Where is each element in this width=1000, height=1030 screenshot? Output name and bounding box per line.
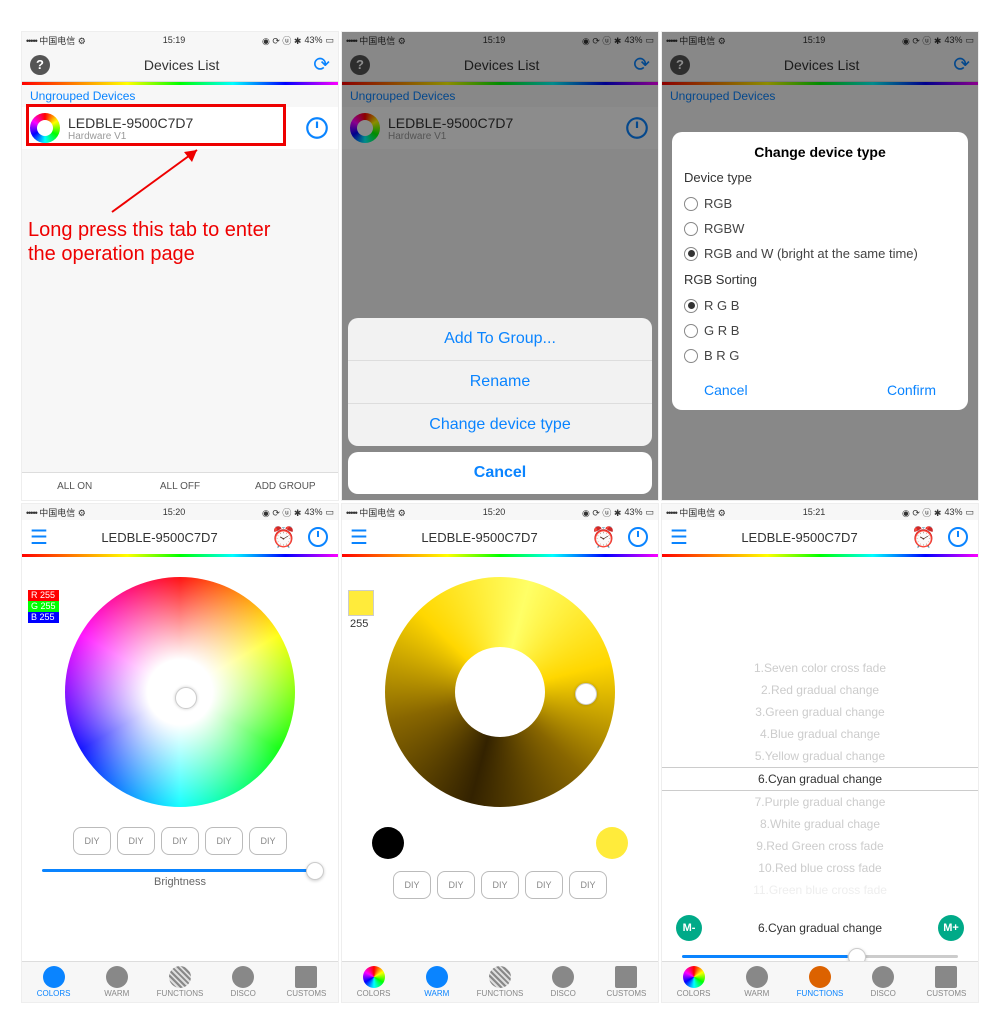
tab-colors[interactable]: COLORS (22, 962, 85, 1002)
radio-sort-rgb[interactable]: R G B (684, 293, 956, 318)
diy-button[interactable]: DIY (161, 827, 199, 855)
device-icon (30, 113, 60, 143)
tab-functions[interactable]: FUNCTIONS (788, 962, 851, 1002)
diy-button[interactable]: DIY (249, 827, 287, 855)
screen-colors: ••••• 中国电信 ⚙15:20◉ ⟳ ⓤ ✱ 43% ▭ ☰ LEDBLE-… (21, 503, 339, 1003)
dialog-confirm-button[interactable]: Confirm (887, 382, 936, 398)
bottom-bar: ALL ON ALL OFF ADD GROUP (22, 472, 338, 500)
swatch-yellow[interactable] (596, 827, 628, 859)
diy-button[interactable]: DIY (205, 827, 243, 855)
color-wheel[interactable] (65, 577, 295, 807)
screen-functions: ••••• 中国电信 ⚙15:21◉ ⟳ ⓤ ✱ 43% ▭ ☰ LEDBLE-… (661, 503, 979, 1003)
all-on-button[interactable]: ALL ON (22, 473, 127, 500)
power-icon[interactable] (626, 525, 650, 549)
tab-functions[interactable]: FUNCTIONS (468, 962, 531, 1002)
screen-change-type-dialog: ••••• 中国电信 ⚙15:19◉ ⟳ ⓤ ✱ 43% ▭ ?Devices … (661, 31, 979, 501)
annotation-arrow (102, 142, 212, 222)
warm-swatch (348, 590, 374, 616)
diy-button[interactable]: DIY (73, 827, 111, 855)
add-to-group-button[interactable]: Add To Group... (348, 318, 652, 361)
dialog-cancel-button[interactable]: Cancel (704, 382, 748, 398)
screen-action-sheet: ••••• 中国电信 ⚙ 15:19 ◉ ⟳ ⓤ ✱ 43% ▭ ?Device… (341, 31, 659, 501)
tab-warm[interactable]: WARM (85, 962, 148, 1002)
rename-button[interactable]: Rename (348, 361, 652, 404)
tab-customs[interactable]: CUSTOMS (275, 962, 338, 1002)
menu-icon[interactable]: ☰ (350, 525, 368, 550)
diy-row: DIY DIY DIY DIY DIY (22, 827, 338, 855)
diy-button[interactable]: DIY (117, 827, 155, 855)
power-icon[interactable] (304, 115, 330, 141)
add-group-button[interactable]: ADD GROUP (233, 473, 338, 500)
diy-button[interactable]: DIY (569, 871, 607, 899)
radio-rgbw[interactable]: RGBW (684, 216, 956, 241)
timer-icon[interactable]: ⏰ (591, 525, 616, 550)
tab-disco[interactable]: DISCO (212, 962, 275, 1002)
radio-sort-brg[interactable]: B R G (684, 343, 956, 368)
power-icon[interactable] (306, 525, 330, 549)
function-picker[interactable]: 1.Seven color cross fade 2.Red gradual c… (662, 657, 978, 901)
tab-customs[interactable]: CUSTOMS (595, 962, 658, 1002)
tab-functions[interactable]: FUNCTIONS (148, 962, 211, 1002)
brightness-slider[interactable] (42, 869, 318, 872)
warm-value: 255 (350, 618, 368, 630)
m-plus-button[interactable]: M+ (938, 915, 964, 941)
power-icon[interactable] (946, 525, 970, 549)
radio-rgb[interactable]: RGB (684, 191, 956, 216)
all-off-button[interactable]: ALL OFF (127, 473, 232, 500)
diy-button[interactable]: DIY (525, 871, 563, 899)
color-picker-handle[interactable] (175, 687, 197, 709)
screen-devices-list: ••••• 中国电信 ⚙ 15:19 ◉ ⟳ ⓤ ✱ 43% ▭ ? Devic… (21, 31, 339, 501)
tab-warm[interactable]: WARM (725, 962, 788, 1002)
device-name: LEDBLE-9500C7D7 (68, 115, 296, 131)
annotation-text: Long press this tab to enterthe operatio… (28, 218, 270, 266)
timer-icon[interactable]: ⏰ (271, 525, 296, 550)
device-type-label: Device type (684, 170, 956, 185)
status-bar: ••••• 中国电信 ⚙ 15:19 ◉ ⟳ ⓤ ✱ 43% ▭ (22, 32, 338, 48)
rgb-sorting-label: RGB Sorting (684, 272, 956, 287)
swatch-black[interactable] (372, 827, 404, 859)
rgb-readout: R 255 G 255 B 255 (28, 590, 59, 623)
m-minus-button[interactable]: M- (676, 915, 702, 941)
status-bar: ••••• 中国电信 ⚙ 15:19 ◉ ⟳ ⓤ ✱ 43% ▭ (342, 32, 658, 48)
menu-icon[interactable]: ☰ (670, 525, 688, 550)
diy-button[interactable]: DIY (437, 871, 475, 899)
cancel-button[interactable]: Cancel (348, 452, 652, 494)
tab-warm[interactable]: WARM (405, 962, 468, 1002)
device-row[interactable]: LEDBLE-9500C7D7 Hardware V1 (22, 107, 338, 149)
help-icon[interactable]: ? (30, 55, 50, 75)
screen-warm: ••••• 中国电信 ⚙15:20◉ ⟳ ⓤ ✱ 43% ▭ ☰ LEDBLE-… (341, 503, 659, 1003)
tab-disco[interactable]: DISCO (852, 962, 915, 1002)
menu-icon[interactable]: ☰ (30, 525, 48, 550)
tab-colors[interactable]: COLORS (342, 962, 405, 1002)
nav-title: Devices List (144, 57, 219, 73)
tab-bar: COLORS WARM FUNCTIONS DISCO CUSTOMS (22, 961, 338, 1002)
radio-rgb-and-w[interactable]: RGB and W (bright at the same time) (684, 241, 956, 266)
dialog-title: Change device type (684, 144, 956, 160)
tab-disco[interactable]: DISCO (532, 962, 595, 1002)
diy-button[interactable]: DIY (481, 871, 519, 899)
nav-bar: ? Devices List ⟳ (22, 48, 338, 82)
change-type-button[interactable]: Change device type (348, 404, 652, 446)
device-subtitle: Hardware V1 (68, 131, 296, 142)
radio-sort-grb[interactable]: G R B (684, 318, 956, 343)
diy-button[interactable]: DIY (393, 871, 431, 899)
section-header: Ungrouped Devices (22, 85, 338, 107)
warm-wheel[interactable] (385, 577, 615, 807)
change-type-dialog: Change device type Device type RGB RGBW … (672, 132, 968, 410)
current-function: 6.Cyan gradual change (758, 921, 882, 935)
action-sheet: Add To Group... Rename Change device typ… (348, 318, 652, 494)
timer-icon[interactable]: ⏰ (911, 525, 936, 550)
warm-picker-handle[interactable] (575, 683, 597, 705)
tab-colors[interactable]: COLORS (662, 962, 725, 1002)
refresh-icon[interactable]: ⟳ (313, 52, 330, 77)
speed-slider[interactable] (682, 955, 958, 958)
tab-customs[interactable]: CUSTOMS (915, 962, 978, 1002)
